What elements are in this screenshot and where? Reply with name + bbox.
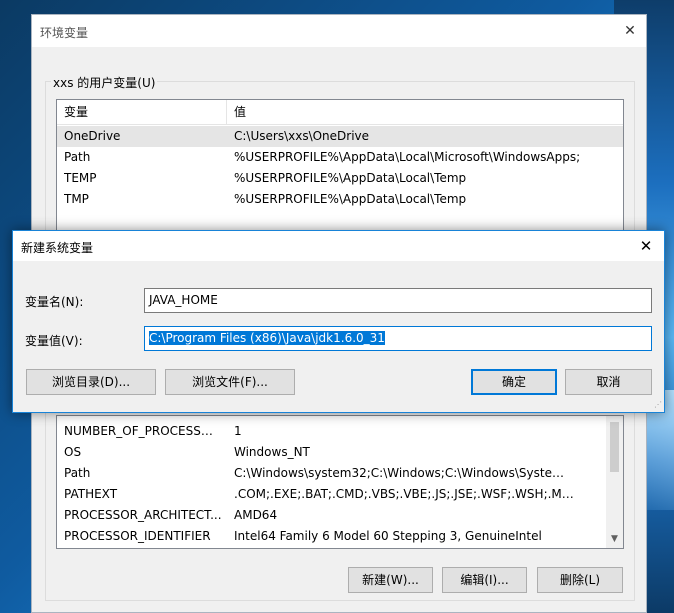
var-name: OneDrive	[64, 129, 121, 143]
variable-name-label: 变量名(N):	[25, 295, 84, 309]
var-name: NUMBER_OF_PROCESSORS	[64, 424, 222, 438]
var-value: .COM;.EXE;.BAT;.CMD;.VBS;.VBE;.JS;.JSE;.…	[234, 487, 574, 501]
user-vars-group-label: xxs 的用户变量(U)	[51, 74, 158, 91]
var-value: C:\Users\xxs\OneDrive	[234, 129, 370, 143]
var-value: C:\Windows\system32;C:\Windows;C:\Window…	[234, 466, 574, 480]
user-vars-list[interactable]: 变量 值 OneDrive C:\Users\xxs\OneDrive Path…	[56, 99, 624, 234]
list-item[interactable]: PATHEXT .COM;.EXE;.BAT;.CMD;.VBS;.VBE;.J…	[57, 484, 623, 505]
var-value: %USERPROFILE%\AppData\Local\Microsoft\Wi…	[234, 150, 581, 164]
env-titlebar: 环境变量 ✕	[32, 15, 646, 47]
vertical-scrollbar[interactable]: ▼	[606, 416, 623, 548]
delete-button[interactable]: 删除(L)	[537, 567, 623, 593]
new-button[interactable]: 新建(W)...	[348, 567, 433, 593]
var-value: %USERPROFILE%\AppData\Local\Temp	[234, 192, 467, 206]
var-name: PROCESSOR_ARCHITECT...	[64, 508, 222, 522]
column-header-variable[interactable]: 变量	[57, 100, 227, 124]
system-vars-list[interactable]: NUMBER_OF_PROCESSORS 1 OS Windows_NT Pat…	[56, 415, 624, 549]
variable-value-field[interactable]: C:\Program Files (x86)\Java\jdk1.6.0_31	[144, 326, 652, 351]
list-item[interactable]: OneDrive C:\Users\xxs\OneDrive	[57, 126, 623, 147]
list-item[interactable]: OS Windows_NT	[57, 442, 623, 463]
list-header: 变量 值	[57, 100, 623, 125]
var-name: TEMP	[64, 171, 97, 185]
selected-text: C:\Program Files (x86)\Java\jdk1.6.0_31	[149, 331, 385, 345]
list-item[interactable]: NUMBER_OF_PROCESSORS 1	[57, 421, 623, 442]
list-item[interactable]: TEMP %USERPROFILE%\AppData\Local\Temp	[57, 168, 623, 189]
resize-grip-icon[interactable]: ⋰	[652, 400, 662, 410]
env-window-title: 环境变量	[40, 26, 89, 40]
list-item[interactable]: PROCESSOR_ARCHITECT... AMD64	[57, 505, 623, 526]
var-value: Windows_NT	[234, 445, 310, 459]
browse-file-button[interactable]: 浏览文件(F)...	[165, 369, 295, 395]
var-name: TMP	[64, 192, 89, 206]
chevron-down-icon[interactable]: ▼	[606, 531, 623, 548]
var-value: AMD64	[234, 508, 278, 522]
scrollbar-thumb[interactable]	[610, 422, 619, 472]
new-system-variable-dialog: 新建系统变量 ✕ 变量名(N): JAVA_HOME 变量值(V): C:\Pr…	[12, 230, 665, 413]
variable-value-label: 变量值(V):	[25, 334, 83, 348]
list-item[interactable]: Path C:\Windows\system32;C:\Windows;C:\W…	[57, 463, 623, 484]
dialog-titlebar: 新建系统变量 ✕	[13, 231, 664, 261]
var-name: Path	[64, 150, 91, 164]
var-name: PROCESSOR_IDENTIFIER	[64, 529, 211, 543]
edit-button[interactable]: 编辑(I)...	[442, 567, 527, 593]
var-name: Path	[64, 466, 91, 480]
column-header-value[interactable]: 值	[227, 100, 607, 124]
cancel-button[interactable]: 取消	[565, 369, 652, 395]
var-name: OS	[64, 445, 82, 459]
var-name: PATHEXT	[64, 487, 118, 501]
close-icon[interactable]: ✕	[636, 236, 656, 256]
var-value: 1	[234, 424, 242, 438]
list-item[interactable]: Path %USERPROFILE%\AppData\Local\Microso…	[57, 147, 623, 168]
list-item[interactable]: PROCESSOR_IDENTIFIER Intel64 Family 6 Mo…	[57, 526, 623, 547]
ok-button[interactable]: 确定	[471, 369, 557, 395]
variable-name-field[interactable]: JAVA_HOME	[144, 288, 652, 313]
browse-directory-button[interactable]: 浏览目录(D)...	[26, 369, 156, 395]
dialog-title: 新建系统变量	[21, 241, 94, 255]
var-value: Intel64 Family 6 Model 60 Stepping 3, Ge…	[234, 529, 542, 543]
var-value: %USERPROFILE%\AppData\Local\Temp	[234, 171, 467, 185]
close-icon[interactable]: ✕	[620, 21, 640, 41]
list-item[interactable]: TMP %USERPROFILE%\AppData\Local\Temp	[57, 189, 623, 210]
